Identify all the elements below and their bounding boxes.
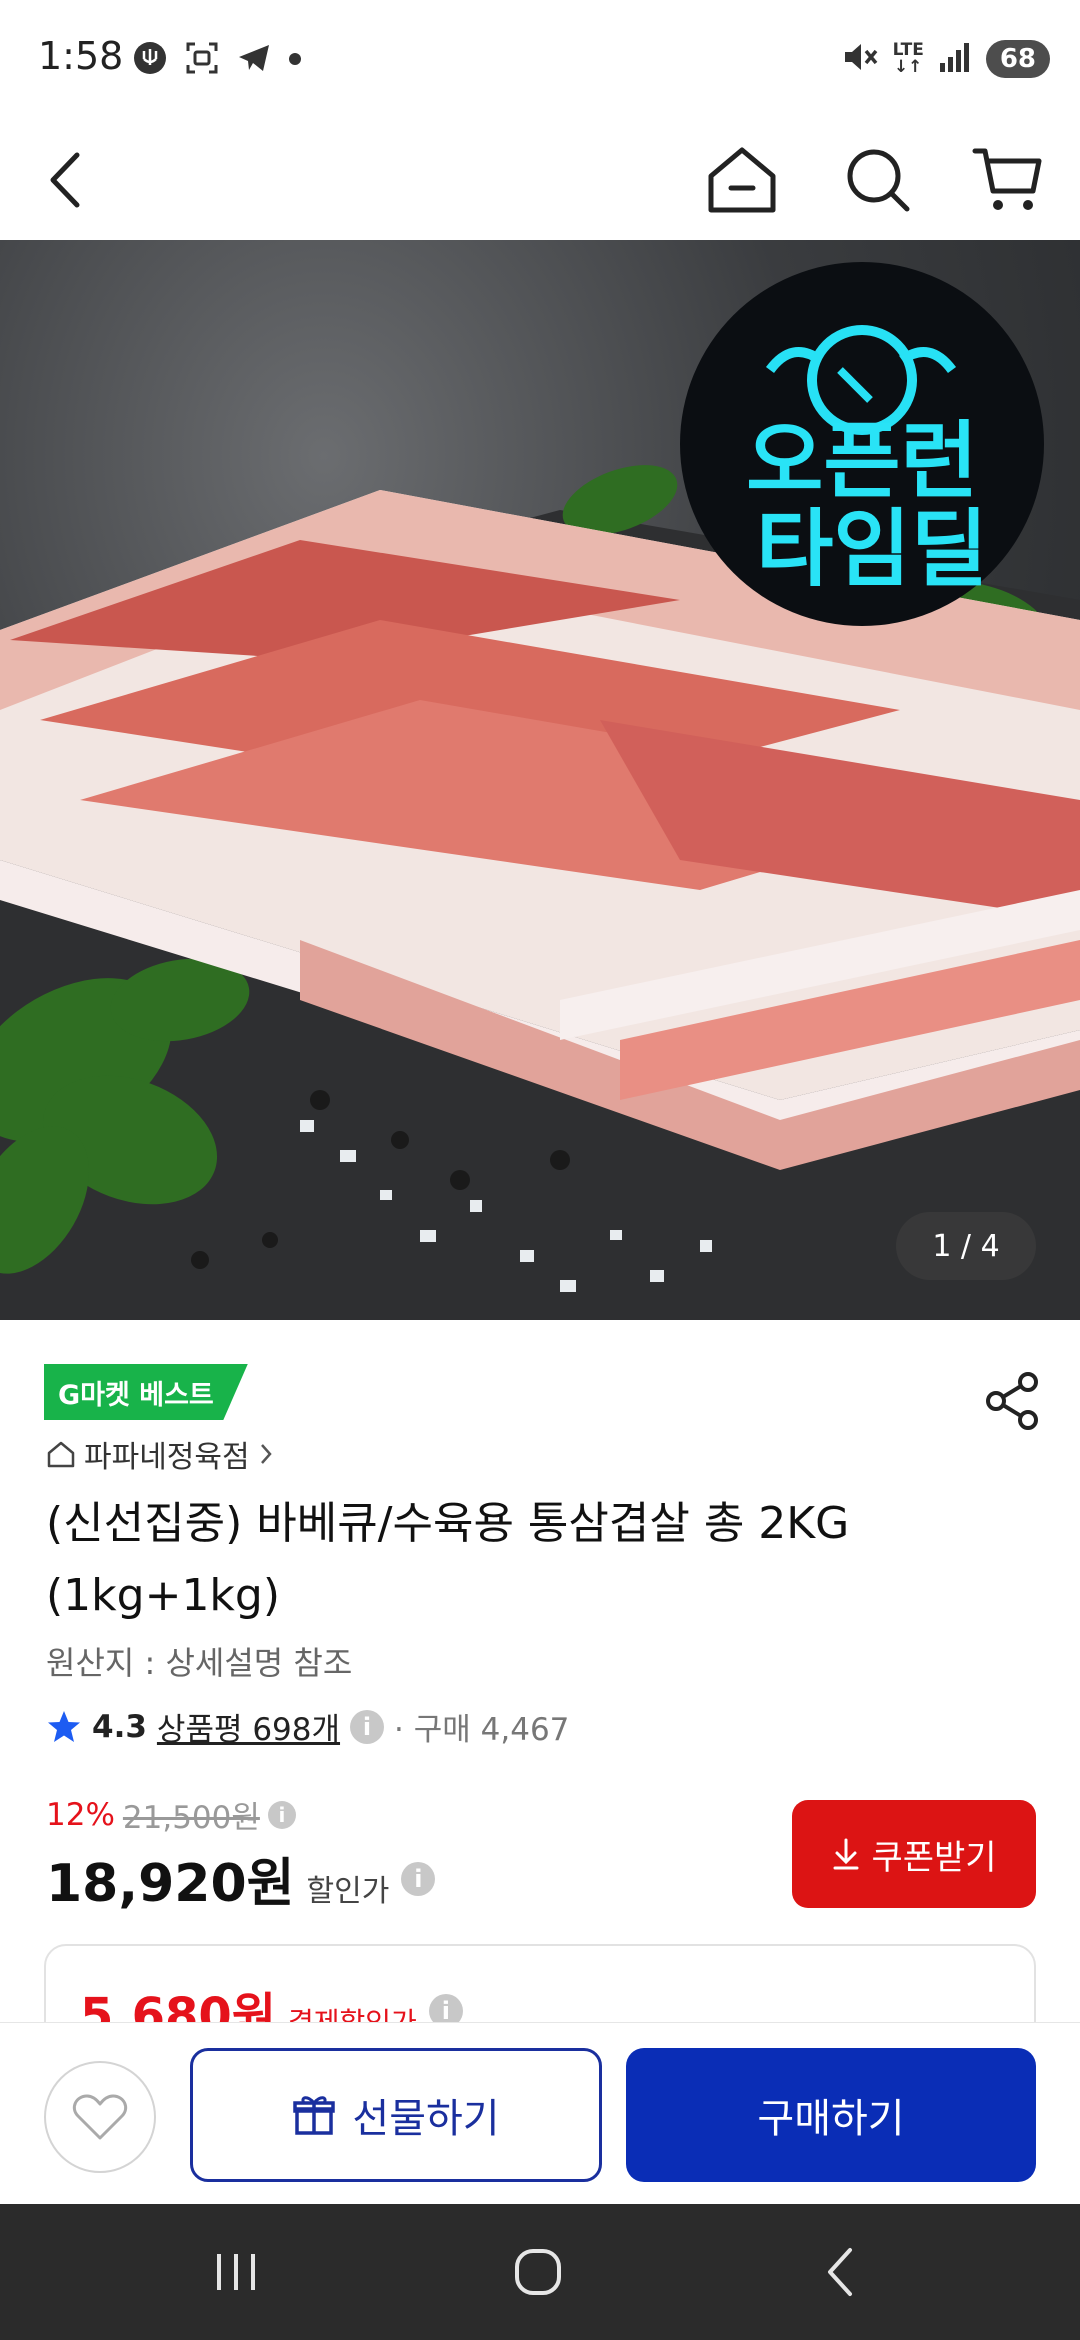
wishlist-button[interactable] — [44, 2061, 156, 2173]
share-icon — [986, 1372, 1038, 1430]
home-icon — [708, 147, 776, 213]
product-origin: 원산지 : 상세설명 참조 — [46, 1644, 353, 1682]
system-nav-bar — [0, 2204, 1080, 2340]
sale-label: 할인가 — [306, 1874, 390, 1909]
network-label: LTE — [892, 40, 924, 60]
gift-icon — [293, 2096, 336, 2135]
image-counter: 1 / 4 — [896, 1212, 1036, 1280]
sale-price: 18,920원 — [46, 1854, 295, 1914]
shop-name: 파파네정육점 — [84, 1440, 250, 1475]
shop-home-icon — [47, 1441, 75, 1468]
screenshot-icon — [184, 40, 220, 80]
telegram-icon — [236, 40, 272, 80]
mute-icon — [841, 38, 879, 80]
home-nav-icon — [515, 2249, 561, 2295]
product-title: (신선집중) 바베큐/수육용 통삼겹살 총 2KG (1kg+1kg) — [46, 1498, 850, 1621]
back-nav-button[interactable] — [800, 2240, 880, 2304]
home-button[interactable] — [700, 138, 784, 222]
info-icon[interactable]: i — [267, 1800, 296, 1829]
review-link[interactable]: 상품평 698개 — [157, 1704, 340, 1749]
back-nav-icon — [828, 2248, 852, 2296]
heart-icon — [72, 2094, 128, 2140]
back-icon — [50, 152, 80, 208]
signal-icon — [938, 41, 972, 77]
product-image[interactable]: 오픈런 타임딜 — [0, 240, 1080, 1320]
sale-row: 18,920원 할인가 i — [46, 1841, 436, 1916]
battery-icon: 68 — [985, 40, 1050, 78]
badge-line1: 오픈런 — [746, 412, 978, 510]
purchase-count: · 구매 4,467 — [394, 1712, 570, 1748]
cart-icon — [972, 148, 1042, 210]
app-header — [0, 120, 1080, 240]
buy-button[interactable]: 구매하기 — [626, 2048, 1036, 2182]
gift-button[interactable]: 선물하기 — [190, 2048, 602, 2182]
price-block: 12% 21,500원 i 18,920원 할인가 i — [46, 1792, 436, 1916]
download-icon — [833, 1838, 859, 1870]
bottom-action-bar: 선물하기 구매하기 — [0, 2022, 1080, 2204]
status-bar: 1:58 LTE ↓↑ 68 — [0, 0, 1080, 120]
pork-belly-photo: 오픈런 타임딜 — [0, 262, 1080, 1320]
recents-icon — [217, 2254, 255, 2290]
rating-row: 4.3 상품평 698개 i · 구매 4,467 — [46, 1704, 569, 1749]
star-icon — [48, 1710, 80, 1742]
coupon-button[interactable]: 쿠폰받기 — [792, 1800, 1036, 1908]
status-time: 1:58 — [38, 34, 124, 78]
back-button[interactable] — [24, 138, 108, 222]
cart-button[interactable] — [966, 138, 1050, 222]
original-price: 21,500원 — [122, 1800, 260, 1836]
badge-line2: 타임딜 — [756, 500, 988, 598]
discount-rate: 12% — [46, 1796, 115, 1833]
status-icons-left — [132, 40, 302, 80]
purchase-count-text: 구매 4,467 — [413, 1712, 570, 1748]
dot-icon — [288, 51, 302, 70]
gift-label: 선물하기 — [352, 2097, 500, 2141]
search-icon — [847, 149, 910, 212]
status-icons-right: LTE ↓↑ 68 — [841, 38, 1050, 80]
coupon-label: 쿠폰받기 — [871, 1838, 997, 1877]
recents-button[interactable] — [196, 2240, 276, 2304]
rating-value: 4.3 — [92, 1708, 147, 1745]
usb-icon — [132, 40, 168, 80]
lte-icon: LTE ↓↑ — [892, 40, 924, 77]
chevron-right-icon — [260, 1444, 272, 1464]
share-button[interactable] — [982, 1370, 1044, 1432]
info-icon[interactable]: i — [350, 1709, 385, 1744]
best-badge: G마켓 베스트 — [44, 1364, 248, 1420]
shop-link[interactable]: 파파네정육점 — [46, 1432, 274, 1476]
home-nav-button[interactable] — [498, 2240, 578, 2304]
info-icon[interactable]: i — [401, 1861, 436, 1896]
discount-row: 12% 21,500원 i — [46, 1792, 435, 1837]
search-button[interactable] — [836, 138, 920, 222]
